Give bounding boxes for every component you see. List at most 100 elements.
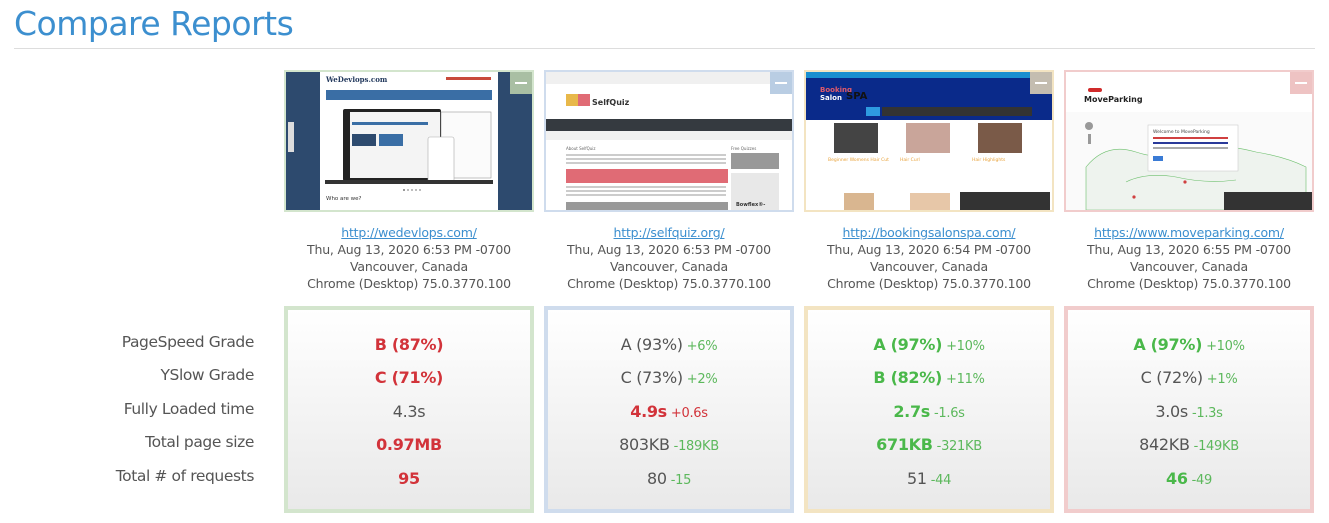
report-date: Thu, Aug 13, 2020 6:53 PM -0700 [307,242,511,257]
metrics-box: B (87%) C (71%) 4.3s 0.97MB 95 [284,306,534,513]
report-location: Vancouver, Canada [870,259,988,274]
metric-delta: -149KB [1193,439,1239,455]
metric-value: 95 [398,468,420,488]
report-meta: http://bookingsalonspa.com/ Thu, Aug 13,… [804,224,1054,292]
metric-value: A (97%) [1133,335,1203,354]
report-url-link[interactable]: http://wedevlops.com/ [284,224,534,241]
report-thumbnail[interactable]: WeDevlops.com Who are we? [284,70,534,212]
report-tag [510,72,532,94]
metric-total-requests: 95 [288,466,530,499]
metric-delta: -44 [930,472,952,488]
report-location: Vancouver, Canada [350,259,468,274]
metric-value: A (93%) [620,335,683,354]
metric-value: 2.7s [893,401,931,421]
metric-value: 842KB [1139,435,1190,455]
metric-value: 671KB [876,435,933,455]
report-location: Vancouver, Canada [1130,259,1248,274]
svg-text:Hair Highlights: Hair Highlights [972,157,1006,163]
metric-value: 0.97MB [376,435,442,455]
metrics-box: A (97%) +10% B (82%) +11% 2.7s -1.6s 671KB -321… [804,306,1054,513]
report-url-link[interactable]: http://bookingsalonspa.com/ [804,224,1054,241]
label-pagespeed-grade: PageSpeed Grade [121,333,255,351]
metric-value: 4.3s [392,401,426,421]
screenshot-moveparking: MoveParking Welcome to MoveParking [1066,72,1312,210]
metric-value: 51 [906,468,927,488]
report-browser: Chrome (Desktop) 75.0.3770.100 [1087,276,1291,291]
metric-total-page-size: 0.97MB [288,432,530,465]
label-yslow-grade: YSlow Grade [160,366,254,385]
metric-pagespeed-grade: A (93%) +6% [548,332,790,365]
svg-text:MoveParking: MoveParking [1084,95,1143,104]
title-divider [14,48,1315,49]
metric-yslow-grade: C (73%) +2% [548,365,790,398]
metric-yslow-grade: B (82%) +11% [808,365,1050,398]
report-browser: Chrome (Desktop) 75.0.3770.100 [307,276,511,291]
metric-delta: -1.6s [934,405,965,421]
metric-value: B (82%) [873,368,942,388]
metrics-box: A (97%) +10% C (72%) +1% 3.0s -1.3s 842KB -149K… [1064,306,1314,513]
report-location: Vancouver, Canada [610,259,728,274]
report-thumbnail[interactable]: SelfQuiz About SelfQuiz Free Quizzes Bow… [544,70,794,212]
report-meta: http://wedevlops.com/ Thu, Aug 13, 2020 … [284,224,534,292]
report-browser: Chrome (Desktop) 75.0.3770.100 [827,276,1031,291]
metric-labels: PageSpeed Grade YSlow Grade Fully Loaded… [60,330,255,497]
metric-pagespeed-grade: B (87%) [288,332,530,365]
metric-total-requests: 46 -49 [1068,466,1310,499]
metric-value: 46 [1165,468,1188,488]
metric-pagespeed-grade: A (97%) +10% [1068,332,1310,365]
metric-value: C (71%) [374,368,444,388]
metric-value: A (97%) [873,335,943,354]
metric-delta: +10% [1206,339,1245,354]
screenshot-selfquiz: SelfQuiz About SelfQuiz Free Quizzes Bow… [546,72,792,210]
label-total-requests: Total # of requests [115,466,255,485]
report-tag [1290,72,1312,94]
metric-fully-loaded-time: 2.7s -1.6s [808,399,1050,432]
metric-yslow-grade: C (71%) [288,365,530,398]
screenshot-bookingsalonspa: Booking Salon SPA Beginner Womens Hair C… [806,72,1052,210]
svg-text:Salon: Salon [820,94,842,102]
svg-text:Beginner Womens Hair Cut: Beginner Womens Hair Cut [828,157,889,163]
metric-value: 3.0s [1155,401,1188,421]
report-column: Booking Salon SPA Beginner Womens Hair C… [804,70,1054,292]
report-date: Thu, Aug 13, 2020 6:53 PM -0700 [567,242,771,257]
metric-delta: -1.3s [1191,405,1223,421]
metric-delta: +0.6s [670,405,708,421]
report-thumbnail[interactable]: Booking Salon SPA Beginner Womens Hair C… [804,70,1054,212]
svg-text:SelfQuiz: SelfQuiz [592,98,630,107]
svg-text:About SelfQuiz: About SelfQuiz [566,146,596,151]
metric-value: C (72%) [1140,368,1204,388]
report-browser: Chrome (Desktop) 75.0.3770.100 [567,276,771,291]
metric-total-requests: 51 -44 [808,466,1050,499]
svg-text:Who are we?: Who are we? [326,196,362,202]
svg-text:Free Quizzes: Free Quizzes [731,146,756,151]
metric-pagespeed-grade: A (97%) +10% [808,332,1050,365]
metric-delta: +10% [946,339,985,354]
metric-delta: +1% [1206,372,1238,388]
metric-value: C (73%) [620,368,684,388]
report-url-link[interactable]: https://www.moveparking.com/ [1064,224,1314,241]
report-column: WeDevlops.com Who are we? http://wedevlo… [284,70,534,292]
metric-delta: -189KB [673,439,719,455]
metric-value: B (87%) [374,335,444,354]
report-date: Thu, Aug 13, 2020 6:55 PM -0700 [1087,242,1291,257]
label-total-page-size: Total page size [145,433,254,452]
metric-delta: +6% [686,339,718,354]
metric-total-page-size: 842KB -149KB [1068,432,1310,465]
metric-total-requests: 80 -15 [548,466,790,499]
metric-delta: +11% [946,372,985,388]
report-column: SelfQuiz About SelfQuiz Free Quizzes Bow… [544,70,794,292]
label-fully-loaded-time: Fully Loaded time [123,399,255,418]
svg-text:SPA: SPA [846,91,868,102]
report-meta: https://www.moveparking.com/ Thu, Aug 13… [1064,224,1314,292]
svg-text:Bowflex®-: Bowflex®- [736,202,765,208]
report-column: MoveParking Welcome to MoveParking https… [1064,70,1314,292]
report-url-link[interactable]: http://selfquiz.org/ [544,224,794,241]
metric-yslow-grade: C (72%) +1% [1068,365,1310,398]
page-title: Compare Reports [14,4,294,43]
report-meta: http://selfquiz.org/ Thu, Aug 13, 2020 6… [544,224,794,292]
metric-fully-loaded-time: 4.9s +0.6s [548,399,790,432]
metric-value: 4.9s [630,401,667,421]
metric-total-page-size: 671KB -321KB [808,432,1050,465]
report-thumbnail[interactable]: MoveParking Welcome to MoveParking [1064,70,1314,212]
report-tag [770,72,792,94]
